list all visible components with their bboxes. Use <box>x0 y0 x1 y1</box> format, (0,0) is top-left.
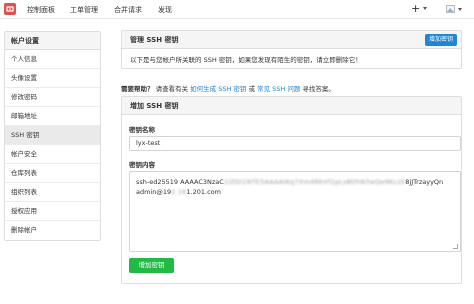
help-prefix: 需要帮助？ <box>121 85 154 93</box>
key-content-start: ssh-ed25519 AAAAC3NzaC <box>136 178 224 186</box>
gitea-logo-icon[interactable] <box>4 3 16 15</box>
sidebar-item-delete-account[interactable]: 删除帐户 <box>5 221 100 240</box>
chevron-down-icon[interactable] <box>423 7 427 10</box>
top-navbar: 控制面板 工单管理 合并请求 发现 + <box>0 0 474 19</box>
sidebar-title: 帐户设置 <box>5 32 100 50</box>
manage-ssh-keys-header: 管理 SSH 密钥 增加密钥 <box>122 31 461 49</box>
add-ssh-key-header: 增加 SSH 密钥 <box>122 97 461 115</box>
ssh-faq-link[interactable]: 常见 SSH 问题 <box>257 85 300 93</box>
ssh-keys-info-text: 以下是与您帐户所关联的 SSH 密钥，如果您发现有陌生的密钥，请立即删除它！ <box>130 56 362 64</box>
generate-ssh-key-link[interactable]: 如何生成 SSH 密钥 <box>190 85 246 93</box>
nav-pull-requests[interactable]: 合并请求 <box>114 5 142 15</box>
key-content-redacted: 1lZDI1NTE5AAAAIKq7Xm4RbVf2pLs8DhN3wQe9Kc… <box>223 178 406 186</box>
sidebar-item-organizations[interactable]: 组织列表 <box>5 183 100 202</box>
chevron-down-icon[interactable] <box>458 8 462 11</box>
manage-ssh-keys-panel: 管理 SSH 密钥 增加密钥 以下是与您帐户所关联的 SSH 密钥，如果您发现有… <box>121 30 462 69</box>
sidebar-item-ssh-keys[interactable]: SSH 密钥 <box>5 126 100 145</box>
add-key-button[interactable]: 增加密钥 <box>424 34 457 46</box>
nav-explore[interactable]: 发现 <box>158 5 172 15</box>
sidebar-item-applications[interactable]: 授权应用 <box>5 202 100 221</box>
manage-ssh-keys-title: 管理 SSH 密钥 <box>130 36 179 44</box>
help-text-1: 请查看有关 <box>153 85 191 93</box>
sidebar-item-repositories[interactable]: 仓库列表 <box>5 164 100 183</box>
nav-issues[interactable]: 工单管理 <box>70 5 98 15</box>
sidebar-item-avatar[interactable]: 头像设置 <box>5 69 100 88</box>
add-ssh-key-panel: 增加 SSH 密钥 密钥名称 lyx-test 密钥内容 ssh-ed25519… <box>121 96 462 284</box>
sidebar-item-profile[interactable]: 个人信息 <box>5 50 100 69</box>
help-text-2: 或 <box>246 85 258 93</box>
nav-dashboard[interactable]: 控制面板 <box>27 5 55 15</box>
key-content-label: 密钥内容 <box>129 161 155 169</box>
key-name-input[interactable]: lyx-test <box>129 136 461 151</box>
key-content-textarea[interactable]: ssh-ed25519 AAAAC3NzaC1lZDI1NTE5AAAAIKq7… <box>129 171 461 252</box>
key-comment-end: 1.201.com <box>186 188 221 196</box>
key-name-label: 密钥名称 <box>129 126 155 134</box>
settings-sidebar: 帐户设置 个人信息 头像设置 修改密码 邮箱地址 SSH 密钥 帐户安全 仓库列… <box>4 31 101 241</box>
key-content-end: 8jJTrzayyQn <box>405 178 444 186</box>
sidebar-item-password[interactable]: 修改密码 <box>5 88 100 107</box>
create-new-plus-icon[interactable]: + <box>411 2 420 15</box>
resize-handle-icon[interactable] <box>453 244 458 249</box>
submit-add-key-button[interactable]: 增加密钥 <box>129 258 174 273</box>
help-text: 需要帮助？ 请查看有关 如何生成 SSH 密钥 或 常见 SSH 问题 寻找答案… <box>121 83 335 93</box>
key-comment-redacted: 2.16 <box>171 188 187 196</box>
key-comment-start: admin@19 <box>136 188 172 196</box>
sidebar-item-security[interactable]: 帐户安全 <box>5 145 100 164</box>
help-text-3: 寻找答案。 <box>300 85 335 93</box>
sidebar-item-email[interactable]: 邮箱地址 <box>5 107 100 126</box>
avatar[interactable] <box>446 5 455 13</box>
